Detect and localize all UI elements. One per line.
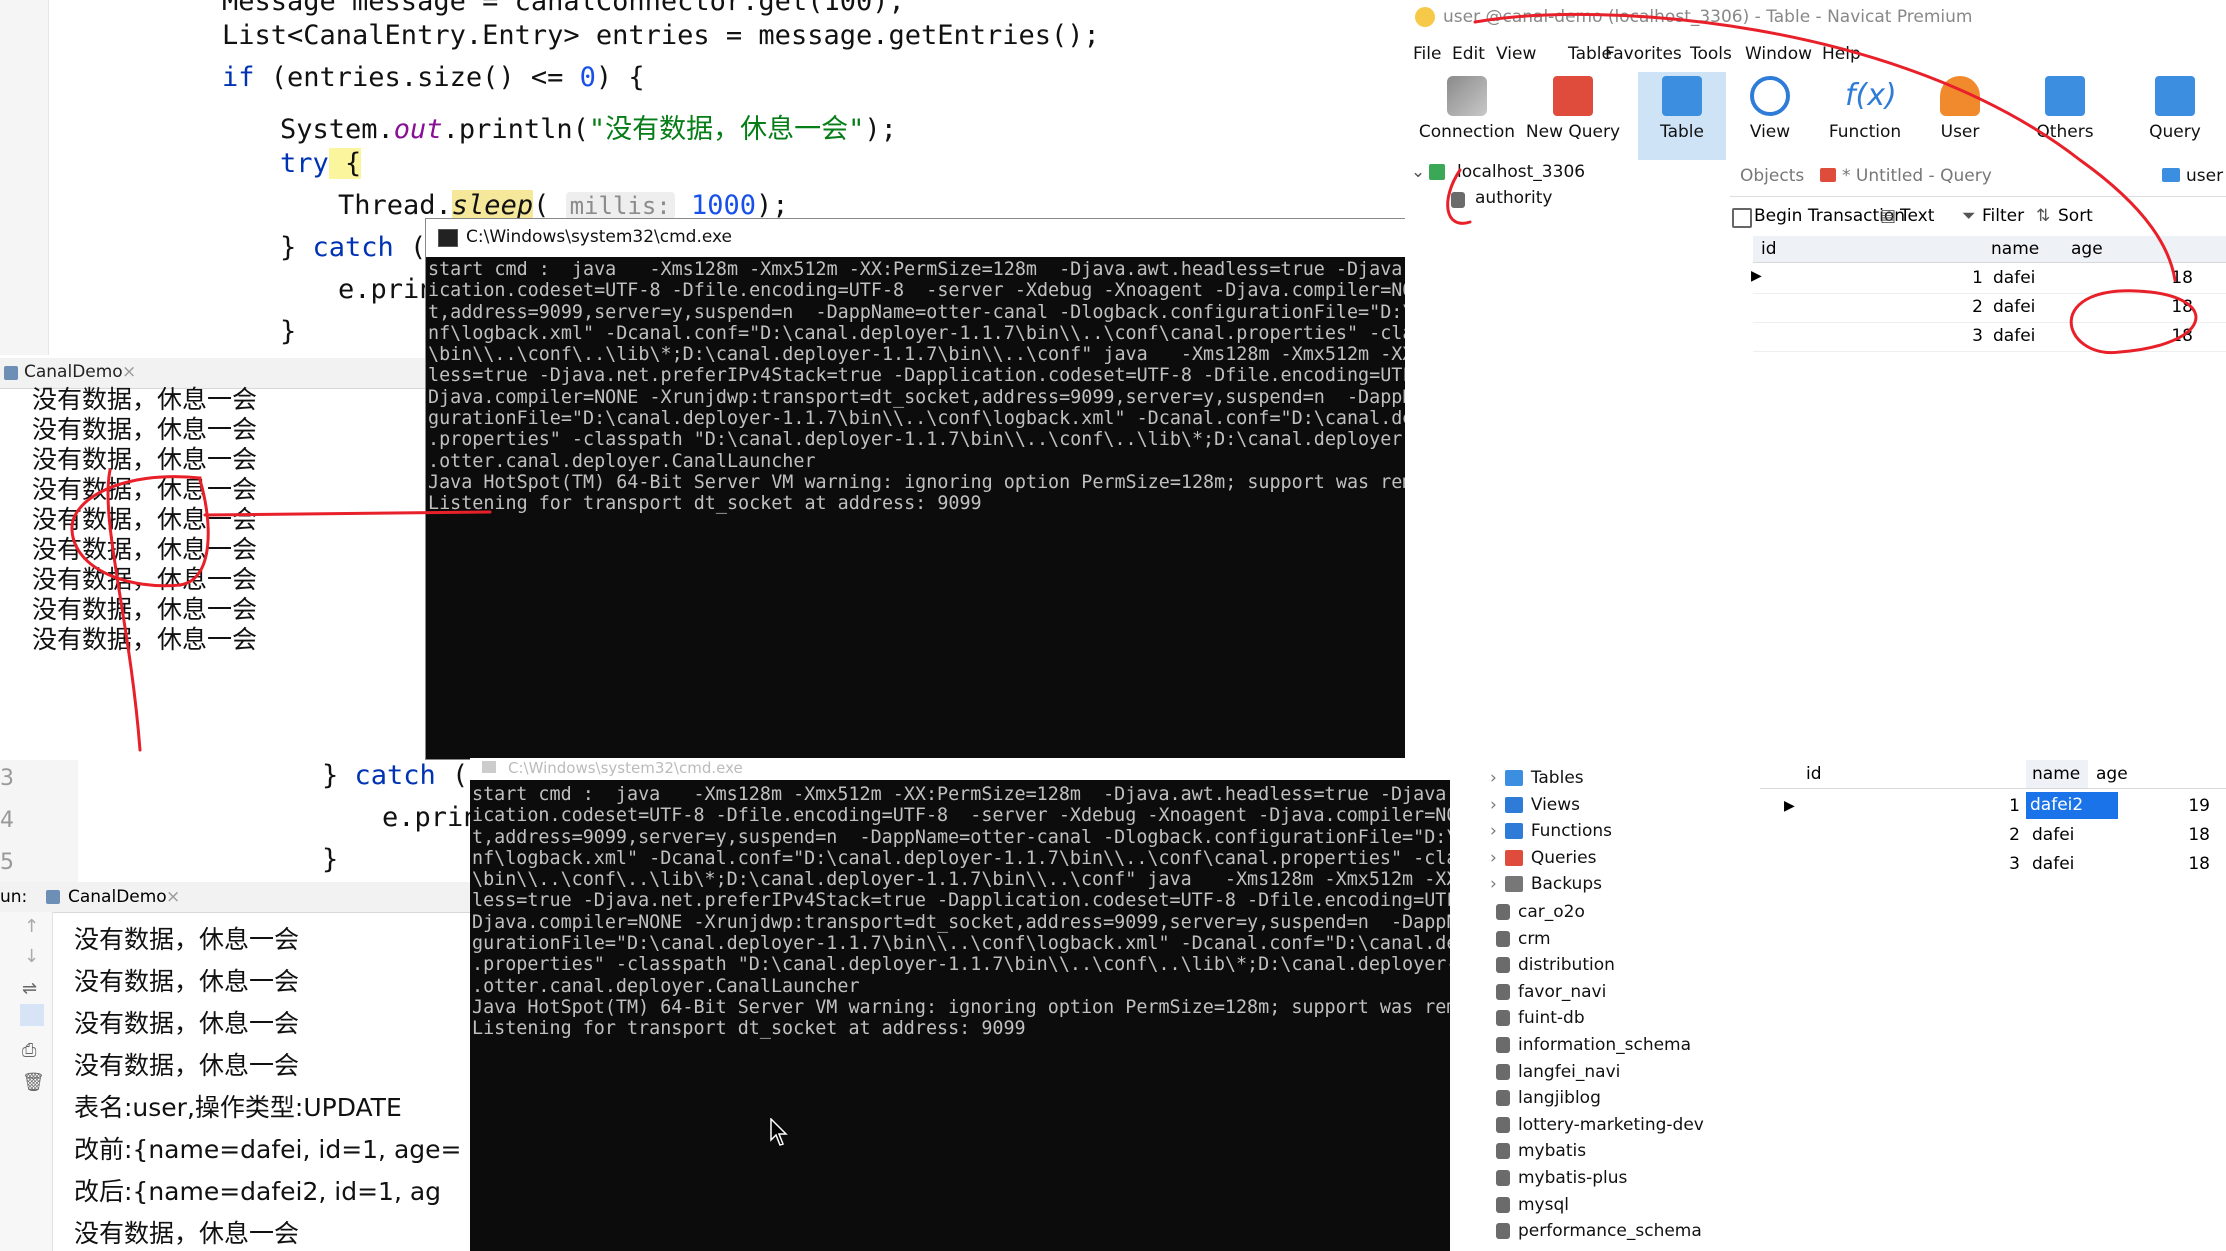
annotation-circle-age bbox=[2069, 289, 2198, 355]
annotation-line-console bbox=[106, 468, 142, 752]
annotation-circle-console bbox=[70, 475, 210, 588]
annotation-hook-tree bbox=[1446, 168, 1472, 225]
annotation-arc-navicat bbox=[1473, 12, 2177, 282]
red-annotations bbox=[70, 12, 2198, 752]
annotation-arrow-to-cmd bbox=[203, 510, 492, 517]
